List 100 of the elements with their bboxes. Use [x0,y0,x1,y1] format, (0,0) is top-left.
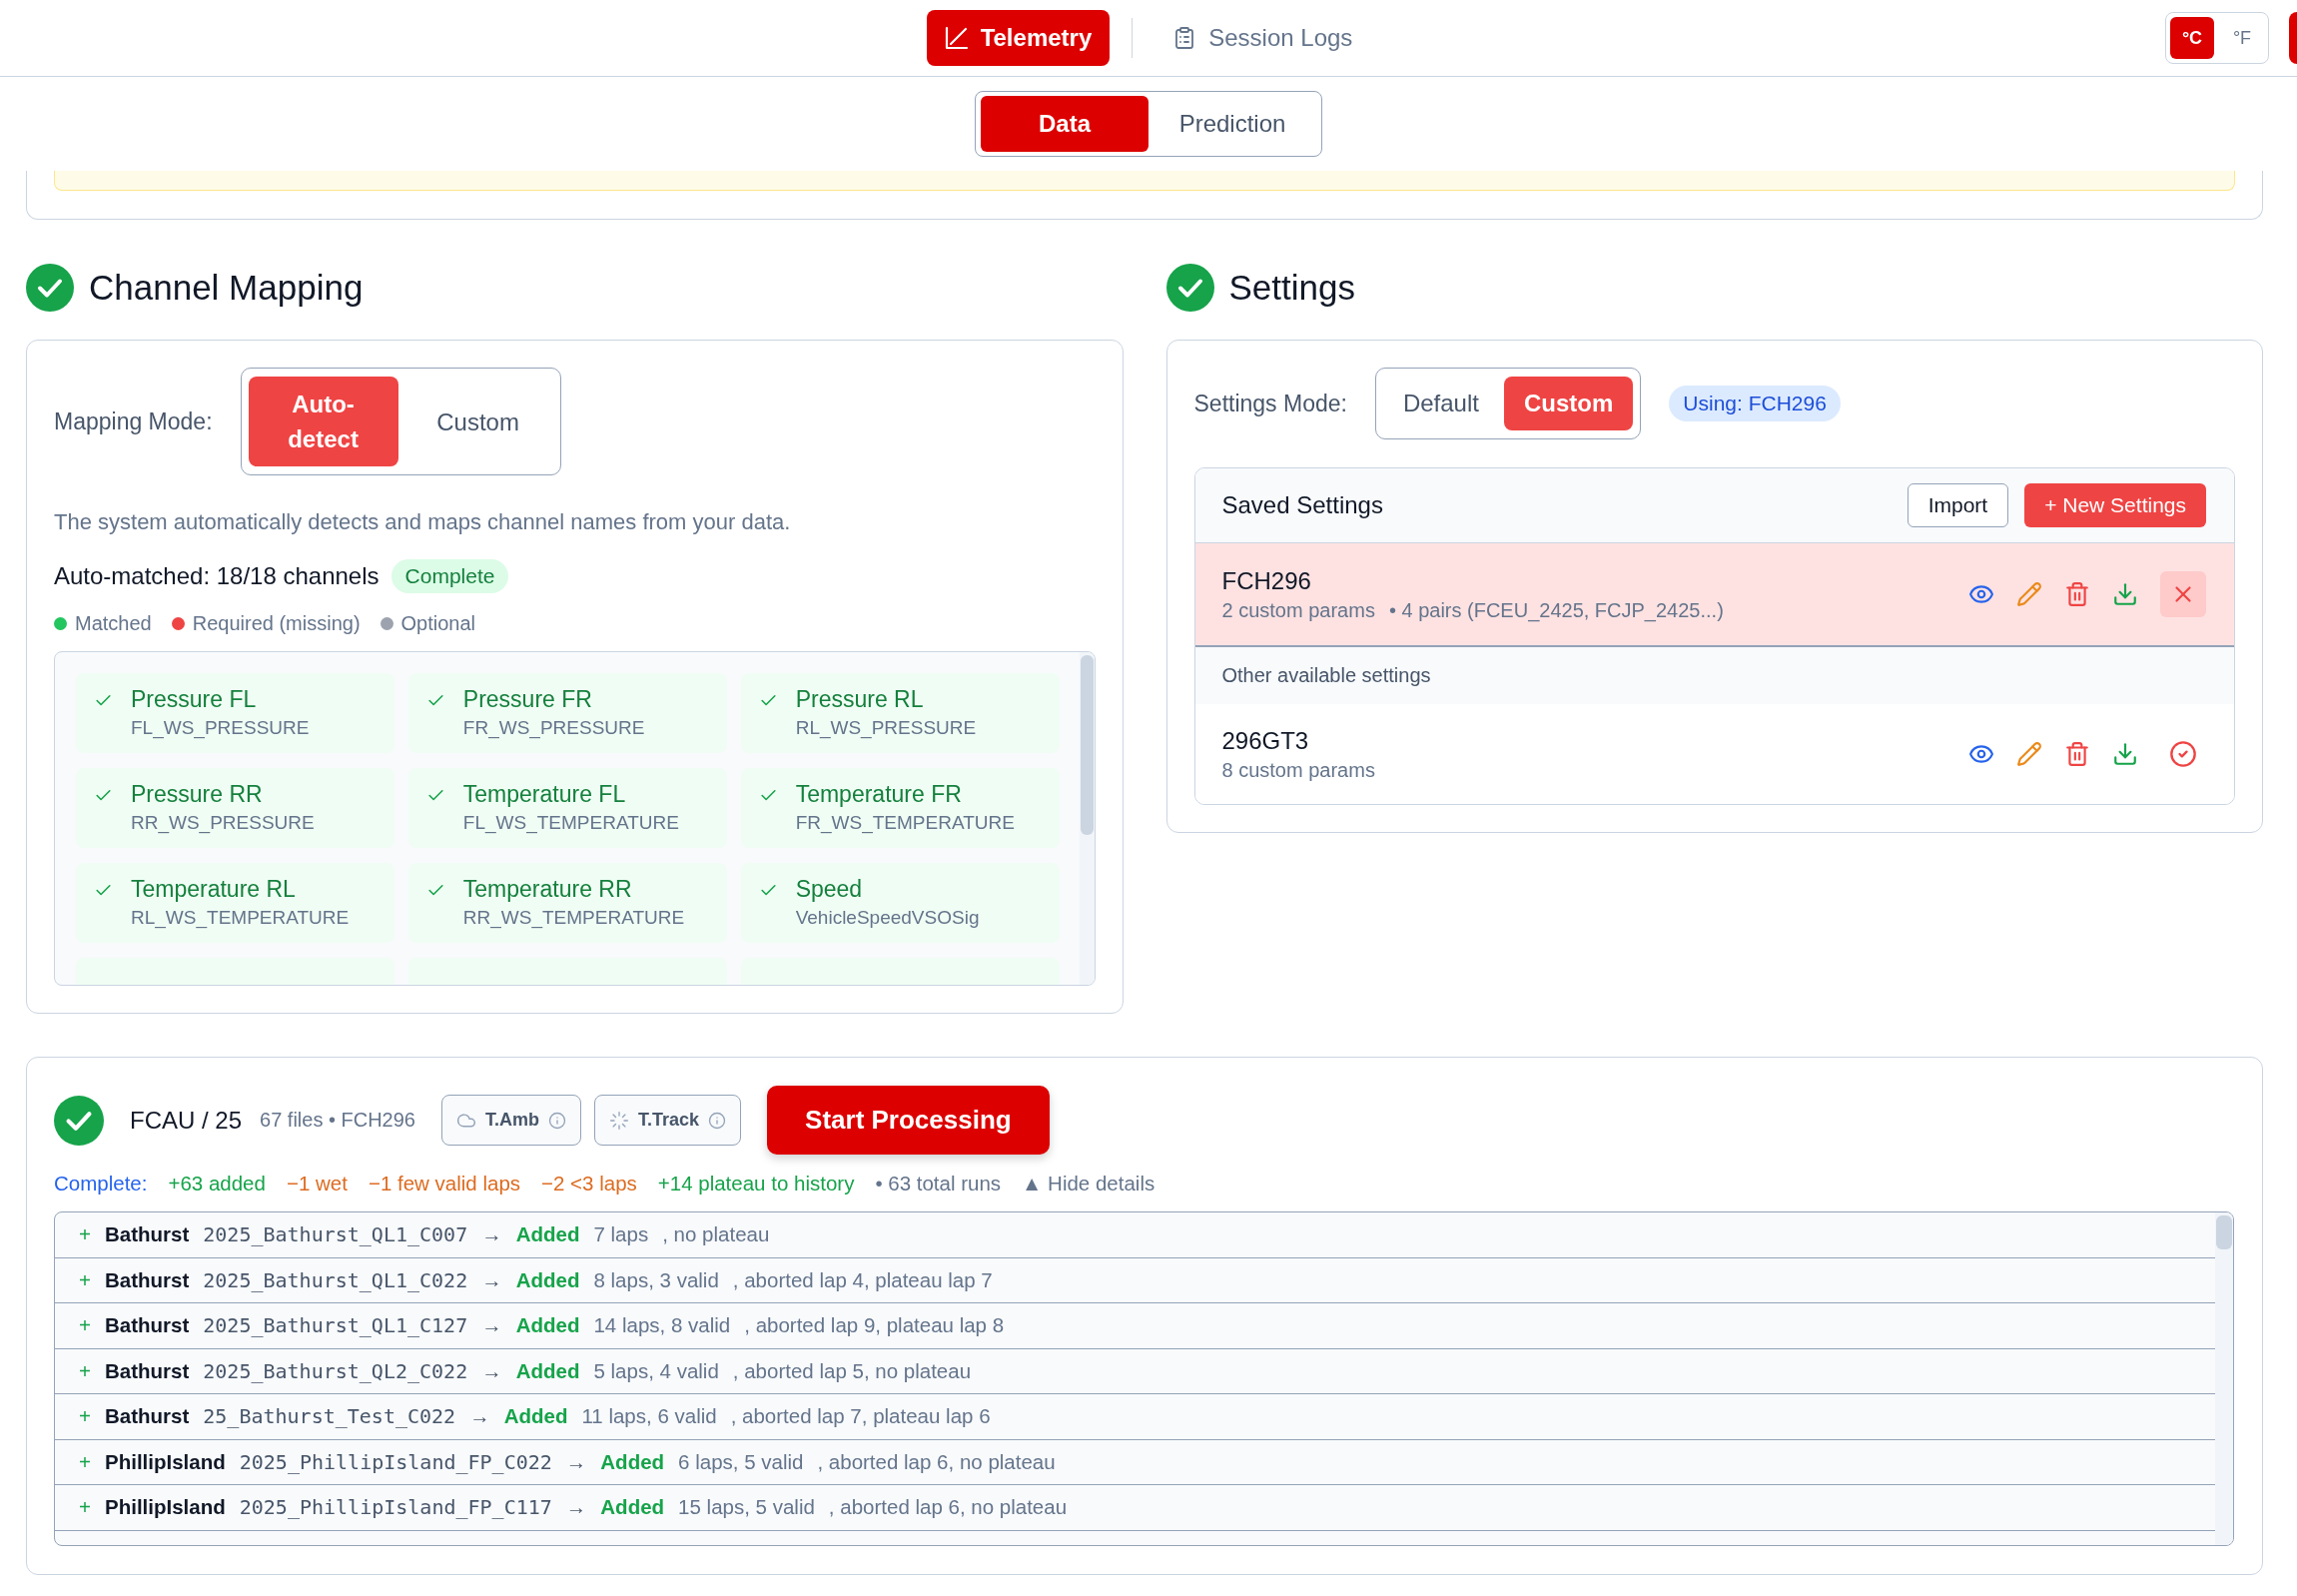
legend-label: Matched [75,612,152,635]
description-text: The system automatically detects and maps channel names from your data. [54,508,792,536]
import-button[interactable]: Import [1907,483,2009,527]
mode-option[interactable]: Auto-detect [248,377,398,466]
file-name: 25_Bathurst_Test_C022 [203,1404,456,1429]
channel-id: RL_WS_TEMPERATURE [131,906,350,931]
using-badge: Using: FCH296 [1669,386,1841,421]
mode-option[interactable]: Custom [1503,377,1634,430]
scrollbar[interactable] [2216,1215,2232,1249]
file-name: 2025_PhillipIsland_FP_C022 [239,1449,552,1474]
params-count: 2 custom params [1221,598,1375,622]
pencil-icon[interactable] [2016,581,2042,607]
status-label: Complete: [54,1171,148,1197]
result-stat: +14 plateau to history [657,1171,855,1197]
view-tab[interactable]: Data [981,96,1148,152]
arrow-sign: → [481,1267,502,1292]
plus-sign: + [79,1222,91,1247]
toggle-details-link[interactable]: ▲ Hide details [1022,1172,1155,1196]
check-circle-icon[interactable] [2169,740,2197,768]
channel-id: FL_WS_TEMPERATURE [462,811,679,836]
channel-name: Pressure FR [462,685,593,714]
channel-id: FR_WS_TEMPERATURE [795,811,1015,836]
channel-id: RL_WS_PRESSURE [795,716,977,741]
result-stat: • 63 total runs [875,1171,1002,1197]
result-stat: −1 few valid laps [368,1171,521,1197]
lap-count: 14 laps, 8 valid [593,1313,731,1338]
plus-sign: + [79,1495,91,1520]
arrow-sign: → [481,1222,502,1247]
mode-option[interactable]: Custom [402,377,553,466]
line-chart-icon [944,26,969,50]
status-badge: Complete [390,559,509,593]
run-note: , aborted lap 5, no plateau [732,1358,972,1383]
channel-name: Speed [795,875,864,904]
track-name: Bathurst [105,1267,190,1292]
channel-name: Temperature FL [462,780,627,809]
unit-button[interactable]: °F [2220,17,2264,59]
lap-count: 11 laps, 6 valid [581,1404,717,1429]
start-button[interactable]: Start Processing [767,1086,1050,1155]
channel-id: VehicleSpeedVSOSig [795,906,980,930]
file-name: 2025_Bathurst_QL1_C127 [203,1313,468,1338]
track-name: Bathurst [105,1222,190,1247]
plus-sign: + [79,1404,91,1429]
file-name: 2025_PhillipIsland_FP_C117 [239,1495,552,1520]
run-note: , aborted lap 9, plateau lap 8 [744,1313,1005,1338]
info-icon [548,1111,566,1130]
mode-label: Mapping Mode: [54,407,213,435]
box-title: Saved Settings [1221,491,1383,519]
mode-option[interactable]: Default [1382,377,1499,430]
run-status: Added [515,1313,580,1338]
arrow-sign: → [481,1313,502,1338]
close-button[interactable] [2160,571,2206,617]
section-title: Channel Mapping [89,268,364,308]
params-count: 8 custom params [1221,758,1375,782]
result-stat: −2 <3 laps [541,1171,637,1197]
group-label: Other available settings [1194,647,2234,704]
download-icon[interactable] [2112,741,2138,767]
result-stat: −1 wet [286,1171,348,1197]
channel-name: Pressure RR [131,780,264,809]
track-name: Bathurst [105,1358,190,1383]
info-icon [708,1111,727,1130]
nav-tab[interactable]: Session Logs [1154,10,1371,66]
run-note: , aborted lap 4, plateau lap 7 [732,1267,993,1292]
unit-button[interactable]: °C [2170,17,2214,59]
lap-count: 7 laps [593,1222,649,1247]
lap-count: 6 laps, 5 valid [678,1449,804,1474]
new-settings-button[interactable]: + New Settings [2024,483,2206,527]
file-name: 2025_Bathurst_QL1_C007 [203,1222,468,1247]
arrow-sign: → [565,1495,587,1520]
plus-sign: + [79,1358,91,1383]
channel-id: RR_WS_PRESSURE [131,811,315,836]
sensor-chip[interactable]: T.Track [594,1095,742,1146]
mode-label: Settings Mode: [1193,390,1347,417]
trash-icon[interactable] [2064,581,2090,607]
event-meta: 67 files • FCH296 [260,1109,415,1132]
plus-sign: + [79,1267,91,1292]
run-status: Added [515,1267,580,1292]
match-summary: Auto-matched: 18/18 channels [54,562,380,590]
settings-name: FCH296 [1221,566,1312,595]
sensor-chip[interactable]: T.Amb [441,1095,581,1146]
channel-name: Pressure RL [795,685,925,714]
lap-count: 5 laps, 4 valid [593,1358,719,1383]
settings-row[interactable]: FCH296 2 custom params • 4 pairs (FCEU_2425, FCJP_2425...) [1194,543,2234,647]
run-status: Added [515,1358,580,1383]
run-note: , aborted lap 6, no plateau [828,1495,1068,1520]
scrollbar[interactable] [1080,655,1094,835]
pencil-icon[interactable] [2016,741,2042,767]
trash-icon[interactable] [2064,741,2090,767]
lap-count: 15 laps, 5 valid [678,1495,815,1520]
legend-label: Required (missing) [192,612,361,635]
section-title: Settings [1228,268,1355,308]
channel-name: Temperature FR [795,780,963,809]
nav-tab[interactable]: Telemetry [926,10,1111,66]
pairs-text: • 4 pairs (FCEU_2425, FCJP_2425...) [1388,598,1724,622]
run-status: Added [600,1495,665,1520]
file-name: 2025_Bathurst_QL1_C022 [203,1267,468,1292]
download-icon[interactable] [2112,581,2138,607]
settings-name: 296GT3 [1221,726,1310,755]
run-note: , aborted lap 6, no plateau [817,1449,1056,1474]
legend-label: Optional [400,612,476,635]
view-tab[interactable]: Prediction [1148,96,1316,152]
